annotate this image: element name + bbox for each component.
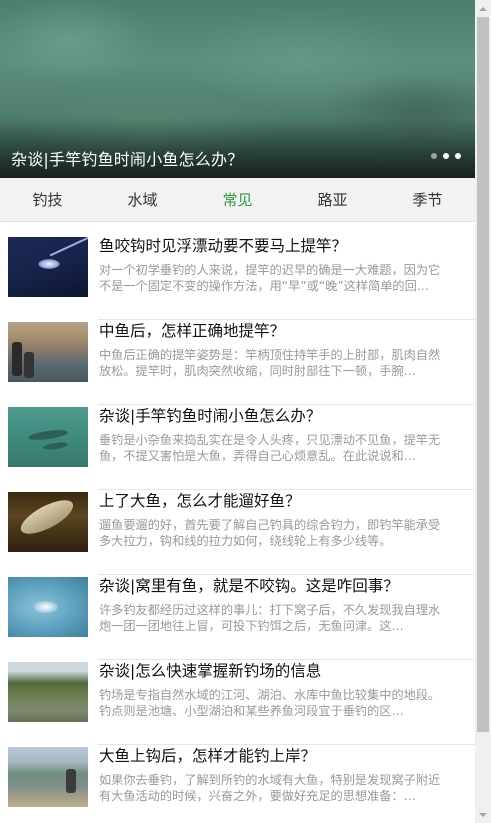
article-thumbnail [8, 492, 88, 552]
carousel-indicator [431, 153, 461, 159]
article-title[interactable]: 杂谈|手竿钓鱼时闹小鱼怎么办？ [99, 406, 449, 426]
article-summary: 对一个初学垂钓的人来说，提竿的迟早的确是一大难题，因为它不是一个固定不变的操作方… [99, 263, 441, 293]
tab-lure[interactable]: 路亚 [285, 178, 380, 221]
tab-waters[interactable]: 水域 [95, 178, 190, 221]
article-thumbnail [8, 237, 88, 297]
tab-technique[interactable]: 钓技 [0, 178, 95, 221]
article-title[interactable]: 杂谈|怎么快速掌握新钓场的信息 [99, 661, 449, 681]
article-summary: 如果你去垂钓，了解到所钓的水域有大鱼，特别是发现窝子附近有大鱼活动的时候，兴奋之… [99, 773, 441, 803]
scroll-down-button[interactable] [475, 806, 491, 823]
list-item[interactable]: 鱼咬钩时见浮漂动要不要马上提竿？ 对一个初学垂钓的人来说，提竿的迟早的确是一大难… [0, 235, 475, 320]
article-title[interactable]: 中鱼后，怎样正确地提竿？ [99, 321, 449, 341]
article-list: 鱼咬钩时见浮漂动要不要马上提竿？ 对一个初学垂钓的人来说，提竿的迟早的确是一大难… [0, 222, 475, 823]
article-thumbnail [8, 322, 88, 382]
list-item[interactable]: 杂谈|窝里有鱼，就是不咬钩。这是咋回事？ 许多钓友都经历过这样的事儿：打下窝子后… [0, 575, 475, 660]
list-item[interactable]: 大鱼上钩后，怎样才能钓上岸？ 如果你去垂钓，了解到所钓的水域有大鱼，特别是发现窝… [0, 745, 475, 823]
carousel-dot-active[interactable] [443, 153, 449, 159]
arrow-up-icon [479, 6, 487, 11]
list-item[interactable]: 杂谈|手竿钓鱼时闹小鱼怎么办？ 垂钓是小杂鱼来捣乱实在是令人头疼，只见漂动不见鱼… [0, 405, 475, 490]
article-summary: 中鱼后正确的提竿姿势是：竿柄顶住持竿手的上肘部，肌肉自然放松。提竿时，肌肉突然收… [99, 348, 441, 378]
page-viewport: 杂谈|手竿钓鱼时闹小鱼怎么办？ 钓技 水域 常见 路亚 季节 鱼咬钩时见浮漂动要… [0, 0, 475, 823]
article-thumbnail [8, 577, 88, 637]
article-summary: 许多钓友都经历过这样的事儿：打下窝子后，不久发现我自理水炮一团一团地往上冒，可投… [99, 603, 441, 633]
scrollbar-thumb[interactable] [477, 17, 489, 732]
article-summary: 钓场是专指自然水域的江河、湖泊、水库中鱼比较集中的地段。钓点则是池塘、小型湖泊和… [99, 688, 441, 718]
article-title[interactable]: 大鱼上钩后，怎样才能钓上岸？ [99, 746, 449, 766]
vertical-scrollbar[interactable] [475, 0, 491, 823]
banner-caption[interactable]: 杂谈|手竿钓鱼时闹小鱼怎么办？ [11, 146, 243, 170]
list-item[interactable]: 杂谈|怎么快速掌握新钓场的信息 钓场是专指自然水域的江河、湖泊、水库中鱼比较集中… [0, 660, 475, 745]
carousel-dot[interactable] [455, 153, 461, 159]
article-title[interactable]: 杂谈|窝里有鱼，就是不咬钩。这是咋回事？ [99, 576, 449, 596]
category-tabs: 钓技 水域 常见 路亚 季节 [0, 178, 475, 222]
article-summary: 垂钓是小杂鱼来捣乱实在是令人头疼，只见漂动不见鱼，提竿无鱼，不提又害怕是大鱼，弄… [99, 433, 441, 463]
list-item[interactable]: 上了大鱼，怎么才能遛好鱼？ 遛鱼要遛的好，首先要了解自己钓具的综合钓力，即钓竿能… [0, 490, 475, 575]
carousel-dot[interactable] [431, 153, 437, 159]
tab-season[interactable]: 季节 [380, 178, 475, 221]
article-thumbnail [8, 407, 88, 467]
article-title[interactable]: 上了大鱼，怎么才能遛好鱼？ [99, 491, 449, 511]
banner-carousel[interactable]: 杂谈|手竿钓鱼时闹小鱼怎么办？ [0, 0, 475, 178]
article-thumbnail [8, 662, 88, 722]
tab-common[interactable]: 常见 [190, 178, 285, 221]
scroll-up-button[interactable] [475, 0, 491, 17]
article-thumbnail [8, 747, 88, 807]
arrow-down-icon [479, 812, 487, 817]
article-title[interactable]: 鱼咬钩时见浮漂动要不要马上提竿？ [99, 236, 449, 256]
article-summary: 遛鱼要遛的好，首先要了解自己钓具的综合钓力，即钓竿能承受多大拉力，钩和线的拉力如… [99, 518, 441, 548]
list-item[interactable]: 中鱼后，怎样正确地提竿？ 中鱼后正确的提竿姿势是：竿柄顶住持竿手的上肘部，肌肉自… [0, 320, 475, 405]
